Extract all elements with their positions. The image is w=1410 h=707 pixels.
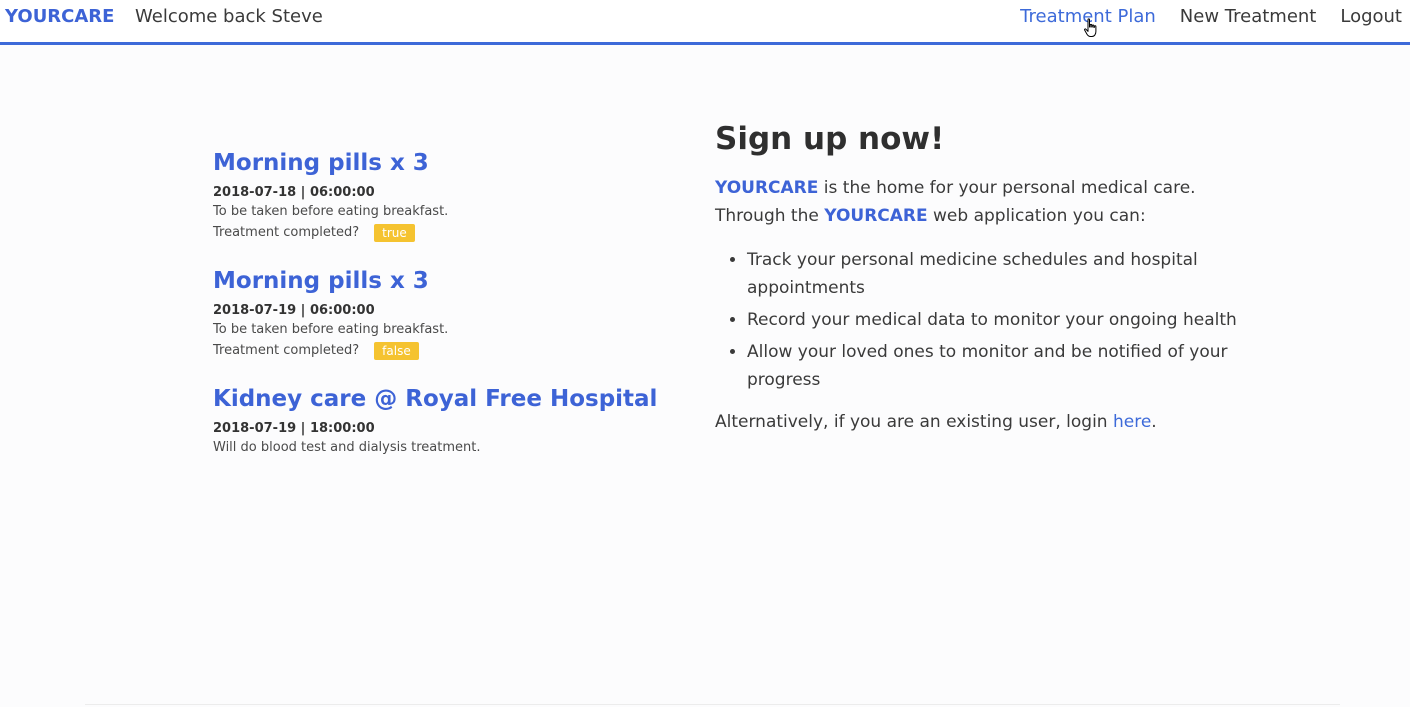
treatment-status-row: Treatment completed? true — [213, 222, 683, 244]
treatment-title-link[interactable]: Kidney care @ Royal Free Hospital — [213, 384, 683, 414]
treatment-list: Morning pills x 3 2018-07-18 | 06:00:00 … — [213, 148, 683, 480]
treatment-item: Kidney care @ Royal Free Hospital 2018-0… — [213, 384, 683, 458]
treatment-title-link[interactable]: Morning pills x 3 — [213, 266, 683, 296]
treatment-datetime: 2018-07-19 | 06:00:00 — [213, 303, 375, 318]
treatment-description: To be taken before eating breakfast. — [213, 204, 449, 219]
login-alternative: Alternatively, if you are an existing us… — [715, 408, 1245, 436]
brand-inline: YOURCARE — [715, 178, 819, 198]
brand-inline: YOURCARE — [824, 206, 928, 226]
intro-text-1: is the home for your personal medical ca… — [818, 178, 1196, 198]
nav-logout-link[interactable]: Logout — [1340, 6, 1402, 27]
treatment-title-link[interactable]: Morning pills x 3 — [213, 148, 683, 178]
treatment-item: Morning pills x 3 2018-07-19 | 06:00:00 … — [213, 266, 683, 362]
treatment-item: Morning pills x 3 2018-07-18 | 06:00:00 … — [213, 148, 683, 244]
signup-intro: YOURCARE is the home for your personal m… — [715, 174, 1245, 230]
feature-item: Track your personal medicine schedules a… — [747, 246, 1245, 302]
treatment-description: Will do blood test and dialysis treatmen… — [213, 440, 481, 455]
treatment-status-label: Treatment completed? — [213, 343, 360, 358]
treatment-datetime: 2018-07-18 | 06:00:00 — [213, 185, 375, 200]
top-navbar: YOURCARE Welcome back Steve Treatment Pl… — [0, 0, 1410, 45]
treatment-status-badge[interactable]: true — [374, 224, 415, 242]
brand-logo-link[interactable]: YOURCARE — [5, 6, 114, 27]
login-here-link[interactable]: here — [1113, 412, 1151, 432]
nav-new-treatment-link[interactable]: New Treatment — [1180, 6, 1317, 27]
treatment-status-badge[interactable]: false — [374, 342, 419, 360]
treatment-datetime: 2018-07-19 | 18:00:00 — [213, 421, 375, 436]
hand-pointer-cursor-icon — [1084, 18, 1097, 37]
signup-panel: Sign up now! YOURCARE is the home for yo… — [715, 118, 1245, 436]
treatment-status-row: Treatment completed? false — [213, 340, 683, 362]
treatment-status-label: Treatment completed? — [213, 225, 360, 240]
treatment-description: To be taken before eating breakfast. — [213, 322, 449, 337]
footer-divider — [85, 704, 1340, 705]
intro-text-2-suffix: web application you can: — [927, 206, 1146, 226]
nav-links: Treatment Plan New Treatment Logout — [1020, 6, 1402, 27]
welcome-message: Welcome back Steve — [135, 6, 323, 27]
feature-item: Record your medical data to monitor your… — [747, 306, 1245, 334]
intro-text-2-prefix: Through the — [715, 206, 825, 226]
feature-item: Allow your loved ones to monitor and be … — [747, 338, 1245, 394]
alt-text-prefix: Alternatively, if you are an existing us… — [715, 412, 1113, 432]
alt-text-suffix: . — [1151, 412, 1157, 432]
feature-list: Track your personal medicine schedules a… — [715, 246, 1245, 394]
signup-heading: Sign up now! — [715, 121, 945, 157]
